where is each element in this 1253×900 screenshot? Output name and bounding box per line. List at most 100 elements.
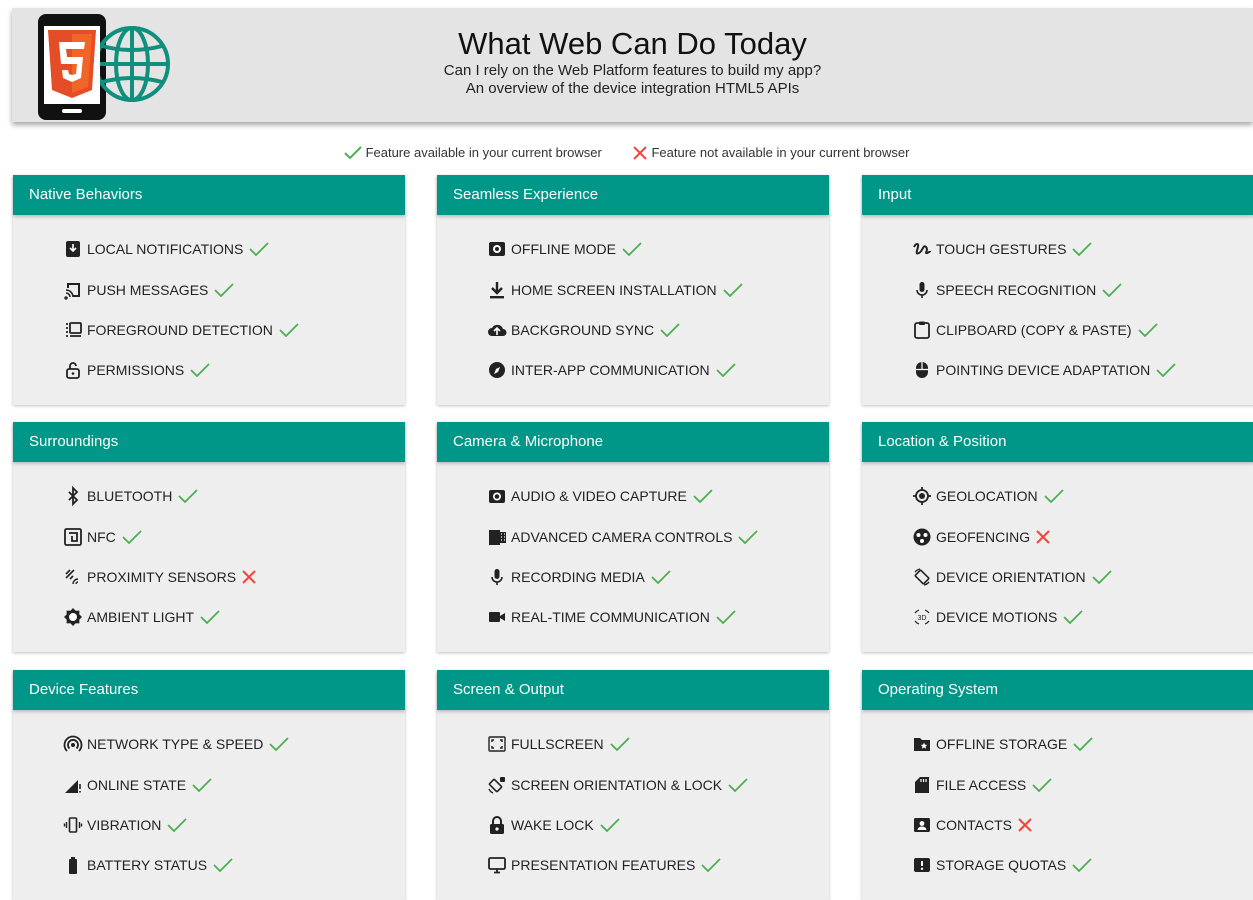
page-title: What Web Can Do Today — [458, 26, 807, 61]
svg-text:3D: 3D — [918, 615, 927, 622]
feature-label: POINTING DEVICE ADAPTATION — [936, 362, 1151, 378]
feature-label: AMBIENT LIGHT — [87, 609, 195, 625]
available-check-icon — [200, 610, 220, 624]
fullscreen-icon — [487, 734, 507, 754]
feature-link[interactable]: OFFLINE STORAGE — [912, 732, 1093, 756]
available-check-icon — [1073, 737, 1093, 751]
feature-link[interactable]: RECORDING MEDIA — [487, 565, 671, 589]
feature-label: PUSH MESSAGES — [87, 282, 209, 298]
feature-label: CONTACTS — [936, 817, 1012, 833]
folder-star-icon — [912, 734, 932, 754]
feature-label: SPEECH RECOGNITION — [936, 282, 1097, 298]
feature-link[interactable]: BLUETOOTH — [63, 484, 198, 508]
feature-label: SCREEN ORIENTATION & LOCK — [511, 777, 723, 793]
feature-label: HOME SCREEN INSTALLATION — [511, 282, 717, 298]
available-check-icon — [279, 323, 299, 337]
check-icon — [343, 146, 362, 160]
available-check-icon — [609, 737, 630, 751]
feature-link[interactable]: PROXIMITY SENSORS — [63, 565, 256, 589]
feature-link[interactable]: NFC — [63, 525, 142, 549]
feature-label: ONLINE STATE — [87, 777, 187, 793]
feature-label: WAKE LOCK — [511, 817, 594, 833]
feature-link[interactable]: FOREGROUND DETECTION — [63, 318, 299, 342]
feature-label: CLIPBOARD (COPY & PASTE) — [936, 322, 1132, 338]
feature-label: FULLSCREEN — [511, 736, 604, 752]
brightness-icon — [63, 607, 83, 627]
feature-label: ADVANCED CAMERA CONTROLS — [511, 529, 733, 545]
feature-link[interactable]: REAL-TIME COMMUNICATION — [487, 605, 736, 629]
available-check-icon — [715, 363, 736, 377]
feature-link[interactable]: ADVANCED CAMERA CONTROLS — [487, 525, 759, 549]
my-location-icon — [912, 486, 932, 506]
feature-link[interactable]: FULLSCREEN — [487, 732, 630, 756]
available-check-icon — [122, 530, 142, 544]
feature-link[interactable]: DEVICE ORIENTATION — [912, 565, 1112, 589]
feature-link[interactable]: VIBRATION — [63, 813, 188, 837]
feature-label: OFFLINE STORAGE — [936, 736, 1068, 752]
unavailable-cross-icon — [1018, 818, 1032, 832]
feature-link[interactable]: 3D DEVICE MOTIONS — [912, 605, 1083, 629]
feature-link[interactable]: WAKE LOCK — [487, 813, 620, 837]
3d-rotation-icon: 3D — [912, 607, 932, 627]
available-check-icon — [269, 737, 289, 751]
nfc-icon — [63, 527, 83, 547]
feature-label: PRESENTATION FEATURES — [511, 857, 696, 873]
category-card-seamless-experience: Seamless Experience OFFLINE MODE HOME SCRE… — [437, 175, 829, 405]
card-title: Operating System — [862, 670, 1253, 710]
card-title: Surroundings — [13, 422, 405, 462]
compass-icon — [487, 360, 507, 380]
feature-label: OFFLINE MODE — [511, 241, 617, 257]
category-card-device-features: Device Features NETWORK TYPE & SPEED ONLIN… — [13, 670, 405, 900]
feature-link[interactable]: SCREEN ORIENTATION & LOCK — [487, 773, 748, 797]
feature-link[interactable]: BACKGROUND SYNC — [487, 318, 680, 342]
feature-link[interactable]: PUSH MESSAGES — [63, 278, 235, 302]
vibration-icon — [63, 815, 83, 835]
offline-icon — [487, 239, 507, 259]
feature-link[interactable]: LOCAL NOTIFICATIONS — [63, 237, 269, 261]
feature-link[interactable]: BATTERY STATUS — [63, 853, 233, 877]
card-title: Native Behaviors — [13, 175, 405, 215]
available-check-icon — [660, 323, 680, 337]
feature-link[interactable]: CLIPBOARD (COPY & PASTE) — [912, 318, 1158, 342]
available-check-icon — [190, 363, 210, 377]
wifi-tethering-icon — [63, 734, 83, 754]
feature-label: NETWORK TYPE & SPEED — [87, 736, 264, 752]
cross-icon — [633, 146, 648, 161]
unavailable-cross-icon — [1036, 530, 1050, 544]
feature-link[interactable]: TOUCH GESTURES — [912, 237, 1093, 261]
feature-link[interactable]: PRESENTATION FEATURES — [487, 853, 721, 877]
legend-unavailable-label: Feature not available in your current br… — [651, 144, 910, 160]
storage-alert-icon — [912, 855, 932, 875]
feature-link[interactable]: GEOFENCING — [912, 525, 1050, 549]
camera-icon — [487, 486, 507, 506]
available-check-icon — [722, 283, 743, 297]
feature-link[interactable]: ONLINE STATE — [63, 773, 212, 797]
feature-link[interactable]: AMBIENT LIGHT — [63, 605, 220, 629]
feature-link[interactable]: CONTACTS — [912, 813, 1032, 837]
feature-link[interactable]: AUDIO & VIDEO CAPTURE — [487, 484, 713, 508]
feature-link[interactable]: STORAGE QUOTAS — [912, 853, 1092, 877]
gesture-icon — [912, 239, 932, 259]
feature-link[interactable]: NETWORK TYPE & SPEED — [63, 732, 289, 756]
feature-link[interactable]: INTER-APP COMMUNICATION — [487, 358, 736, 382]
feature-link[interactable]: FILE ACCESS — [912, 773, 1052, 797]
feature-link[interactable]: GEOLOCATION — [912, 484, 1064, 508]
available-check-icon — [600, 818, 620, 832]
bluetooth-icon — [63, 486, 83, 506]
feature-link[interactable]: SPEECH RECOGNITION — [912, 278, 1122, 302]
category-card-native-behaviors: Native Behaviors LOCAL NOTIFICATIONS PUSH … — [13, 175, 405, 405]
feature-link[interactable]: PERMISSIONS — [63, 358, 210, 382]
available-check-icon — [249, 242, 269, 256]
available-check-icon — [1072, 858, 1092, 872]
feature-link[interactable]: HOME SCREEN INSTALLATION — [487, 278, 743, 302]
feature-label: AUDIO & VIDEO CAPTURE — [511, 488, 687, 504]
feature-label: GEOFENCING — [936, 529, 1031, 545]
card-title: Device Features — [13, 670, 405, 710]
foreground-icon — [63, 320, 83, 340]
available-check-icon — [1102, 283, 1122, 297]
page-header: What Web Can Do Today Can I rely on the … — [12, 8, 1253, 122]
feature-link[interactable]: POINTING DEVICE ADAPTATION — [912, 358, 1176, 382]
signal-icon — [63, 775, 83, 795]
feature-link[interactable]: OFFLINE MODE — [487, 237, 642, 261]
available-check-icon — [213, 858, 233, 872]
